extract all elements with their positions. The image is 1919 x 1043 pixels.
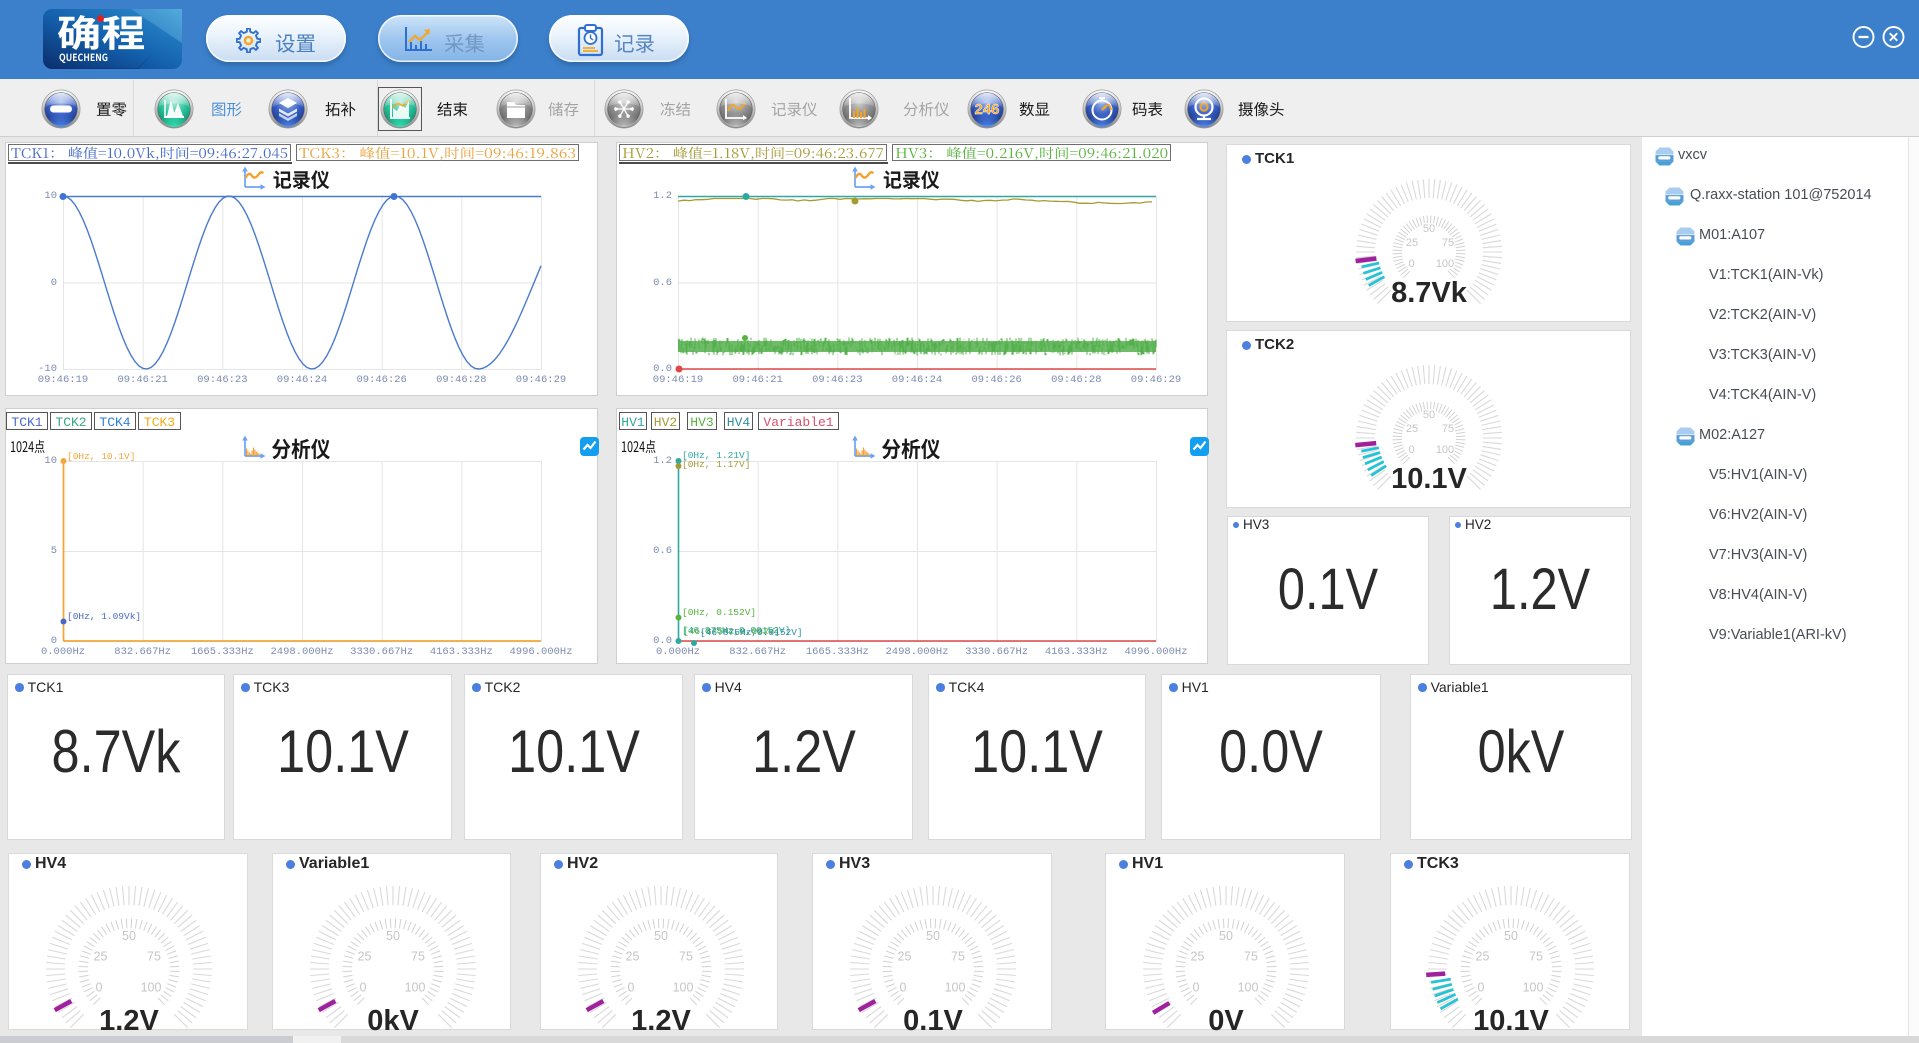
svg-text:50: 50 xyxy=(1422,409,1434,421)
svg-text:0: 0 xyxy=(1193,980,1200,994)
svg-text:100: 100 xyxy=(405,980,426,994)
svg-text:100: 100 xyxy=(1238,980,1259,994)
svg-text:0: 0 xyxy=(96,980,103,994)
svg-text:0: 0 xyxy=(628,980,635,994)
svg-text:75: 75 xyxy=(1441,423,1453,435)
svg-text:100: 100 xyxy=(945,980,966,994)
svg-text:75: 75 xyxy=(1441,237,1453,249)
svg-text:100: 100 xyxy=(1435,444,1453,456)
svg-text:0: 0 xyxy=(360,980,367,994)
svg-text:75: 75 xyxy=(411,949,425,963)
svg-text:25: 25 xyxy=(898,949,912,963)
svg-text:25: 25 xyxy=(358,949,372,963)
svg-text:50: 50 xyxy=(1504,929,1518,943)
svg-text:50: 50 xyxy=(1219,929,1233,943)
svg-text:100: 100 xyxy=(1435,258,1453,270)
svg-text:0: 0 xyxy=(1408,444,1414,456)
svg-text:50: 50 xyxy=(654,929,668,943)
svg-text:50: 50 xyxy=(386,929,400,943)
svg-text:75: 75 xyxy=(951,949,965,963)
svg-text:25: 25 xyxy=(94,949,108,963)
svg-text:25: 25 xyxy=(626,949,640,963)
svg-text:50: 50 xyxy=(122,929,136,943)
svg-text:0: 0 xyxy=(1478,980,1485,994)
svg-text:75: 75 xyxy=(147,949,161,963)
svg-text:50: 50 xyxy=(1422,223,1434,235)
svg-text:100: 100 xyxy=(673,980,694,994)
svg-text:75: 75 xyxy=(1529,949,1543,963)
svg-text:25: 25 xyxy=(1405,237,1417,249)
svg-text:0: 0 xyxy=(1408,258,1414,270)
svg-text:0: 0 xyxy=(900,980,907,994)
svg-text:100: 100 xyxy=(141,980,162,994)
svg-text:25: 25 xyxy=(1191,949,1205,963)
svg-text:100: 100 xyxy=(1523,980,1544,994)
svg-text:25: 25 xyxy=(1476,949,1490,963)
svg-text:75: 75 xyxy=(1244,949,1258,963)
svg-text:50: 50 xyxy=(926,929,940,943)
svg-text:25: 25 xyxy=(1405,423,1417,435)
svg-text:75: 75 xyxy=(679,949,693,963)
